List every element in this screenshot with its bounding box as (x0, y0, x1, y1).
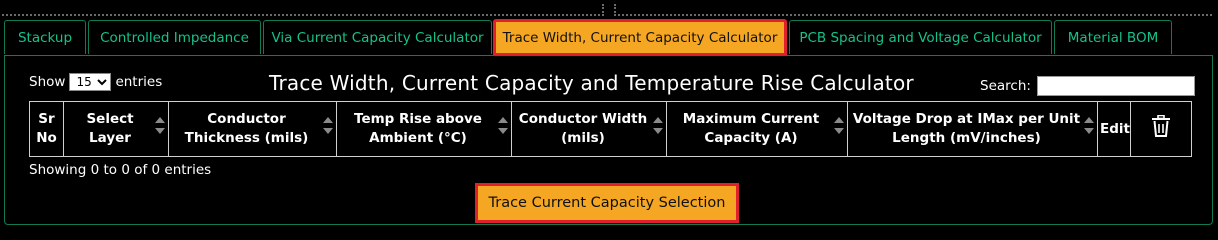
sort-icon (498, 117, 508, 134)
trace-current-capacity-selection-button[interactable]: Trace Current Capacity Selection (475, 183, 739, 223)
sort-icon (834, 117, 844, 134)
trash-icon[interactable] (1151, 114, 1171, 137)
sort-icon (323, 117, 333, 134)
tab-pcb-spacing-voltage[interactable]: PCB Spacing and Voltage Calculator (789, 20, 1052, 54)
col-conductor-thickness-label: Conductor Thickness (mils) (184, 111, 309, 146)
entries-per-page-select[interactable]: 15 (69, 73, 112, 91)
calculator-panel: Show 15 entries Trace Width, Current Cap… (4, 55, 1213, 225)
col-conductor-width[interactable]: Conductor Width (mils) (511, 101, 667, 157)
page-title: Trace Width, Current Capacity and Temper… (269, 71, 914, 95)
tab-via-current-capacity[interactable]: Via Current Capacity Calculator (263, 20, 492, 54)
entries-label: entries (115, 74, 163, 90)
col-edit: Edit (1097, 101, 1131, 157)
col-temp-rise-label: Temp Rise above Ambient (°C) (354, 111, 482, 146)
col-conductor-width-label: Conductor Width (mils) (518, 111, 648, 146)
search-control: Search: (980, 76, 1195, 96)
tab-controlled-impedance[interactable]: Controlled Impedance (88, 20, 261, 54)
tab-material-bom[interactable]: Material BOM (1054, 20, 1172, 54)
top-divider-right (614, 4, 1212, 16)
sort-icon (653, 117, 663, 134)
show-label: Show (29, 74, 66, 90)
col-select-layer[interactable]: Select Layer (63, 101, 169, 157)
col-voltage-drop[interactable]: Voltage Drop at IMax per Unit Length (mV… (847, 101, 1098, 157)
sort-icon (155, 117, 165, 134)
table-info: Showing 0 to 0 of 0 entries (29, 162, 212, 178)
tab-stackup[interactable]: Stackup (4, 20, 86, 54)
col-voltage-drop-label: Voltage Drop at IMax per Unit Length (mV… (852, 111, 1081, 146)
sort-icon (1084, 117, 1094, 134)
table-header-row: Sr No Select Layer Conductor Thickness (… (29, 101, 1192, 157)
col-max-current[interactable]: Maximum Current Capacity (A) (666, 101, 848, 157)
trace-table: Sr No Select Layer Conductor Thickness (… (29, 101, 1192, 157)
search-input[interactable] (1036, 76, 1195, 96)
col-temp-rise[interactable]: Temp Rise above Ambient (°C) (336, 101, 512, 157)
tab-trace-width-current-capacity[interactable]: Trace Width, Current Capacity Calculator (493, 19, 787, 56)
col-conductor-thickness[interactable]: Conductor Thickness (mils) (168, 101, 337, 157)
top-divider-left (2, 4, 604, 16)
search-label: Search: (980, 78, 1031, 94)
entries-length-control: Show 15 entries (29, 73, 162, 91)
col-sr-no: Sr No (29, 101, 64, 157)
col-select-layer-label: Select Layer (86, 111, 134, 146)
col-delete[interactable] (1130, 101, 1192, 157)
col-max-current-label: Maximum Current Capacity (A) (682, 111, 820, 146)
